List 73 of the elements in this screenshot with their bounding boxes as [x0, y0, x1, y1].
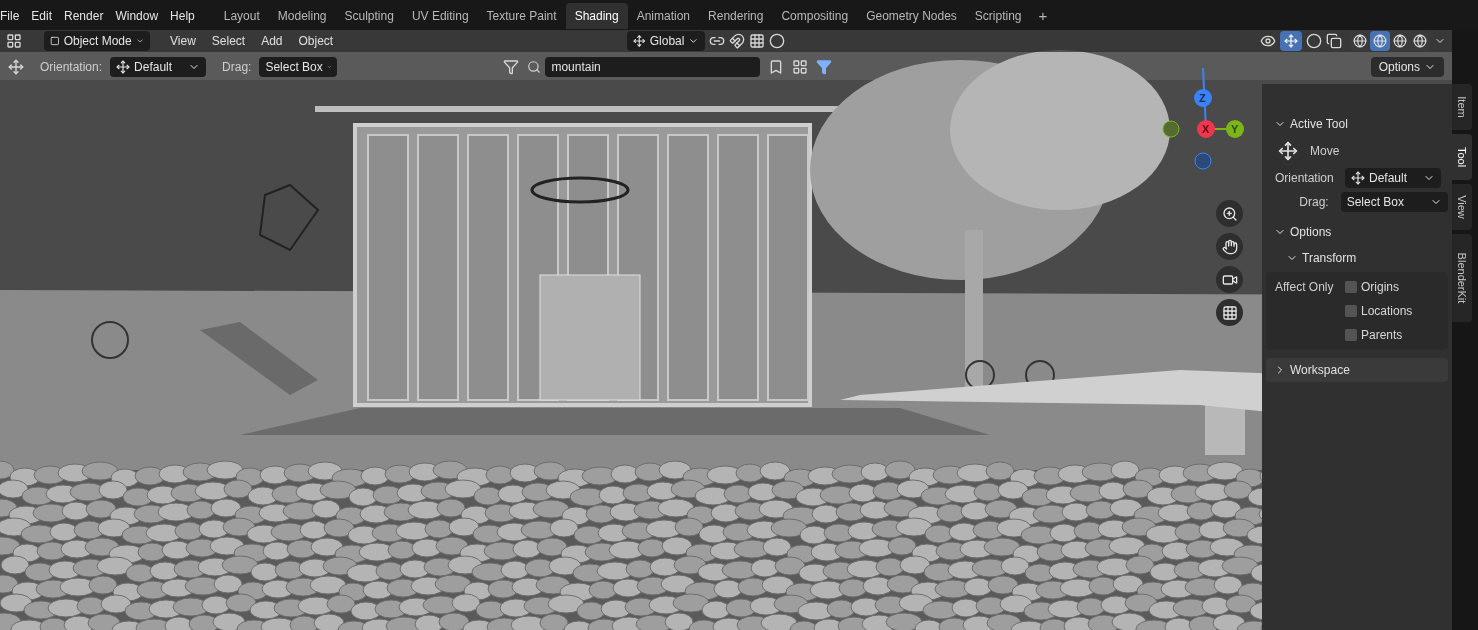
- shading-sphere-icon: [1373, 34, 1387, 48]
- affect-only-label: Affect Only: [1275, 279, 1335, 296]
- shading-sphere-icon: [1393, 34, 1407, 48]
- axis-gizmo-drawing[interactable]: [1162, 67, 1244, 170]
- snap-grid-icon[interactable]: [749, 33, 766, 49]
- menu-item[interactable]: Edit: [25, 7, 59, 25]
- axis-label: Z: [1199, 92, 1206, 104]
- workspace-tab[interactable]: Scripting: [965, 3, 1031, 29]
- panel-header[interactable]: Active Tool: [1266, 114, 1448, 134]
- sidebar-tab[interactable]: Item: [1452, 84, 1472, 130]
- orientation-icon: [633, 34, 646, 48]
- menu-item[interactable]: Window: [109, 7, 165, 25]
- checkbox-label: Locations: [1361, 303, 1413, 320]
- filter-icon[interactable]: [503, 59, 520, 75]
- sidebar-tab[interactable]: BlenderKit: [1452, 234, 1472, 322]
- search-field[interactable]: mountain: [545, 57, 761, 77]
- sidebar-tab[interactable]: View: [1452, 184, 1472, 230]
- gizmo-toggle[interactable]: [1280, 31, 1302, 51]
- orientation-icon: [1351, 171, 1365, 185]
- menu-item[interactable]: File: [0, 7, 26, 25]
- orientation-label: Orientation:: [40, 59, 103, 76]
- axis-label: Y: [1231, 123, 1239, 135]
- workspace-tab[interactable]: Geometry Nodes: [857, 3, 966, 29]
- menu-item[interactable]: Help: [164, 7, 201, 25]
- workspace-tab[interactable]: Rendering: [699, 3, 773, 29]
- checkbox[interactable]: [1345, 281, 1357, 293]
- hand-icon: [1221, 238, 1238, 255]
- move-tool-icon: [1278, 141, 1298, 161]
- visibility-icon[interactable]: [1260, 33, 1276, 49]
- workspace-tab[interactable]: Texture Paint: [477, 3, 566, 29]
- shading-sphere-icon: [1353, 34, 1367, 48]
- drag-dropdown[interactable]: Select Box: [1340, 192, 1448, 212]
- checkbox[interactable]: [1345, 305, 1357, 317]
- shading-mode-button[interactable]: [1370, 31, 1390, 51]
- panel-header[interactable]: Options: [1266, 220, 1448, 244]
- zoom-icon: [1221, 205, 1238, 222]
- orientation-icon: [116, 60, 131, 74]
- header-menu[interactable]: Select: [205, 32, 252, 50]
- filter-icon[interactable]: [816, 59, 833, 75]
- checkbox-label: Origins: [1361, 279, 1399, 296]
- shading-sphere-icon: [1413, 34, 1427, 48]
- search-icon: [527, 60, 542, 74]
- header-menu[interactable]: View: [164, 32, 202, 50]
- checkbox-label: Parents: [1361, 327, 1403, 344]
- workspace-tab[interactable]: UV Editing: [402, 3, 478, 29]
- mode-dropdown[interactable]: Object Mode: [44, 31, 150, 51]
- workspace-tab[interactable]: Modeling: [268, 3, 336, 29]
- workspace-tab[interactable]: Sculpting: [335, 3, 403, 29]
- snap-icon[interactable]: [729, 33, 746, 49]
- tool-name: Move: [1310, 143, 1340, 160]
- add-workspace-button[interactable]: +: [1030, 4, 1056, 28]
- drag-label: Drag:: [222, 59, 252, 76]
- orientation-label: Orientation: [1275, 170, 1335, 187]
- workspace-tab[interactable]: Animation: [627, 3, 700, 29]
- checkbox[interactable]: [1345, 329, 1357, 341]
- panel-header[interactable]: Workspace: [1266, 358, 1448, 382]
- sidebar-tab[interactable]: Tool: [1452, 134, 1472, 180]
- workspace-tab[interactable]: Shading: [565, 3, 628, 29]
- drag-label: Drag:: [1298, 194, 1330, 211]
- menu-item[interactable]: Render: [58, 7, 110, 25]
- subpanel-header[interactable]: Transform: [1266, 248, 1448, 268]
- workspace-tab[interactable]: Layout: [214, 3, 269, 29]
- axis-label: X: [1202, 123, 1210, 135]
- workspace-tab[interactable]: Compositing: [772, 3, 858, 29]
- grid-icon: [1221, 304, 1238, 321]
- header-menu[interactable]: Add: [255, 32, 289, 50]
- move-tool-icon: [8, 59, 24, 75]
- header-menu[interactable]: Object: [292, 32, 340, 50]
- drag-dropdown[interactable]: Select Box: [259, 57, 338, 77]
- transform-orientation-dropdown[interactable]: Global: [627, 31, 706, 51]
- options-button[interactable]: Options: [1370, 57, 1444, 77]
- orientation-dropdown[interactable]: Default: [110, 57, 207, 77]
- orientation-dropdown[interactable]: Default: [1345, 168, 1441, 188]
